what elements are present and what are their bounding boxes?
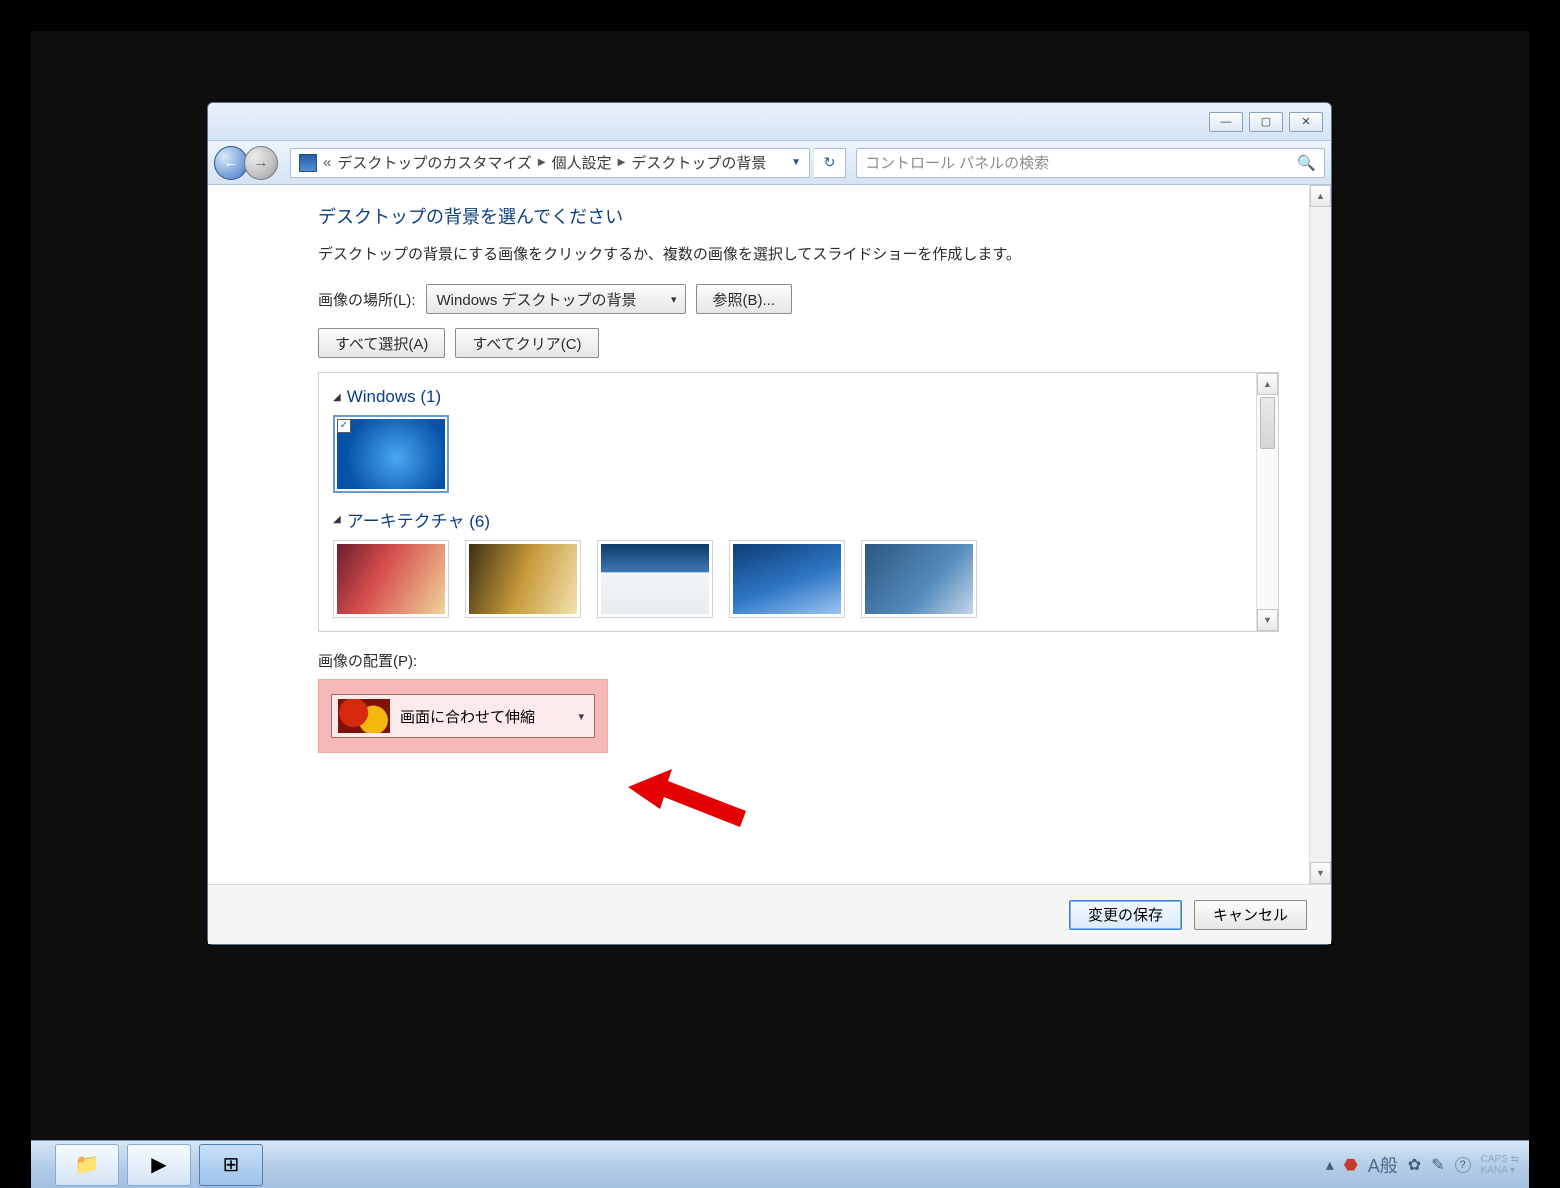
breadcrumb-seg-1[interactable]: デスクトップのカスタマイズ: [337, 152, 532, 173]
scroll-thumb[interactable]: [1260, 397, 1275, 449]
location-row: 画像の場所(L): Windows デスクトップの背景 参照(B)...: [318, 284, 1279, 314]
gallery-scrollbar[interactable]: ▲ ▼: [1256, 373, 1278, 631]
breadcrumb[interactable]: « デスクトップのカスタマイズ ▶ 個人設定 ▶ デスクトップの背景 ▼: [290, 148, 810, 178]
nav-buttons: ← →: [214, 146, 286, 180]
breadcrumb-seg-2[interactable]: 個人設定: [552, 152, 612, 173]
position-label: 画像の配置(P):: [318, 650, 1279, 671]
wallpaper-thumb[interactable]: [333, 540, 449, 618]
wallpaper-gallery-inner: ◢ Windows (1) ✓ ◢ アー: [319, 373, 1256, 631]
group-architecture-thumbs: [333, 540, 1242, 618]
scroll-down-icon[interactable]: ▼: [1257, 609, 1278, 631]
chevron-right-icon: ▶: [618, 157, 626, 168]
wallpaper-thumb[interactable]: [729, 540, 845, 618]
page-description: デスクトップの背景にする画像をクリックするか、複数の画像を選択してスライドショー…: [318, 243, 1279, 264]
collapse-icon: ◢: [333, 514, 341, 525]
position-highlight: 画面に合わせて伸縮: [318, 679, 608, 753]
content-area: デスクトップの背景を選んでください デスクトップの背景にする画像をクリックするか…: [208, 185, 1331, 884]
save-changes-button[interactable]: 変更の保存: [1069, 900, 1182, 930]
back-button[interactable]: ←: [214, 146, 248, 180]
group-header-architecture[interactable]: ◢ アーキテクチャ (6): [333, 507, 1242, 532]
wallpaper-thumb[interactable]: [861, 540, 977, 618]
browse-button[interactable]: 参照(B)...: [696, 284, 793, 314]
wallpaper-gallery: ◢ Windows (1) ✓ ◢ アー: [318, 372, 1279, 632]
system-tray: ▴ ⬣ A般 ✿ ✎ ? CAPS ⇆KANA ▾: [1326, 1152, 1519, 1178]
refresh-button[interactable]: ↻: [814, 148, 846, 178]
main-pane: デスクトップの背景を選んでください デスクトップの背景にする画像をクリックするか…: [208, 185, 1309, 884]
position-value: 画面に合わせて伸縮: [400, 706, 535, 727]
page-heading: デスクトップの背景を選んでください: [318, 203, 1279, 229]
close-button[interactable]: ✕: [1289, 112, 1323, 132]
collapse-icon: ◢: [333, 392, 341, 403]
control-panel-window: — ▢ ✕ ← → « デスクトップのカスタマイズ ▶ 個人設定 ▶ デスクトッ…: [207, 102, 1332, 945]
tray-security-icon[interactable]: ⬣: [1344, 1155, 1358, 1175]
wallpaper-thumb[interactable]: [597, 540, 713, 618]
desktop-area: — ▢ ✕ ← → « デスクトップのカスタマイズ ▶ 個人設定 ▶ デスクトッ…: [31, 31, 1529, 1188]
caps-kana-indicator: CAPS ⇆KANA ▾: [1481, 1154, 1519, 1176]
clear-all-button[interactable]: すべてクリア(C): [455, 328, 598, 358]
scroll-up-icon[interactable]: ▲: [1257, 373, 1278, 395]
annotation-arrow-icon: [628, 757, 748, 837]
scroll-up-icon[interactable]: ▲: [1310, 185, 1331, 207]
breadcrumb-dropdown-icon[interactable]: ▼: [791, 157, 801, 168]
cancel-button[interactable]: キャンセル: [1194, 900, 1307, 930]
select-row: すべて選択(A) すべてクリア(C): [318, 328, 1279, 358]
position-combo[interactable]: 画面に合わせて伸縮: [331, 694, 595, 738]
forward-button[interactable]: →: [244, 146, 278, 180]
checkbox-checked-icon[interactable]: ✓: [337, 419, 351, 433]
window-footer: 変更の保存 キャンセル: [208, 884, 1331, 944]
minimize-button[interactable]: —: [1209, 112, 1243, 132]
taskbar-mediaplayer-button[interactable]: ▶: [127, 1144, 191, 1186]
ime-tool-icon[interactable]: ✿: [1408, 1155, 1421, 1175]
group-title: アーキテクチャ (6): [347, 507, 490, 532]
wallpaper-thumb[interactable]: [465, 540, 581, 618]
search-input[interactable]: コントロール パネルの検索 🔍: [856, 148, 1325, 178]
scroll-down-icon[interactable]: ▼: [1310, 862, 1331, 884]
tray-chevron-up-icon[interactable]: ▴: [1326, 1155, 1334, 1175]
ime-pad-icon[interactable]: ✎: [1431, 1155, 1444, 1175]
wallpaper-thumb[interactable]: ✓: [333, 415, 449, 493]
window-scrollbar[interactable]: ▲ ▼: [1309, 185, 1331, 884]
location-combo[interactable]: Windows デスクトップの背景: [426, 284, 686, 314]
letterbox: — ▢ ✕ ← → « デスクトップのカスタマイズ ▶ 個人設定 ▶ デスクトッ…: [0, 0, 1560, 1188]
position-preview-icon: [338, 699, 390, 733]
navigation-bar: ← → « デスクトップのカスタマイズ ▶ 個人設定 ▶ デスクトップの背景 ▼…: [208, 141, 1331, 185]
select-all-button[interactable]: すべて選択(A): [318, 328, 445, 358]
search-icon: 🔍: [1297, 154, 1316, 172]
taskbar: 📁 ▶ ⊞ ▴ ⬣ A般 ✿ ✎ ? CAPS ⇆KANA ▾: [31, 1140, 1529, 1188]
taskbar-explorer-button[interactable]: 📁: [55, 1144, 119, 1186]
maximize-button[interactable]: ▢: [1249, 112, 1283, 132]
location-label: 画像の場所(L):: [318, 289, 416, 310]
taskbar-controlpanel-button[interactable]: ⊞: [199, 1144, 263, 1186]
group-title: Windows (1): [347, 387, 441, 407]
group-header-windows[interactable]: ◢ Windows (1): [333, 387, 1242, 407]
search-placeholder: コントロール パネルの検索: [865, 152, 1049, 173]
control-panel-icon: [299, 154, 317, 172]
chevron-right-icon: ▶: [538, 157, 546, 168]
location-value: Windows デスクトップの背景: [437, 289, 637, 310]
group-windows-thumbs: ✓: [333, 415, 1242, 493]
breadcrumb-prefix: «: [323, 154, 331, 171]
breadcrumb-seg-3: デスクトップの背景: [631, 152, 766, 173]
ime-mode-indicator[interactable]: A般: [1368, 1152, 1398, 1178]
window-titlebar: — ▢ ✕: [208, 103, 1331, 141]
ime-help-icon[interactable]: ?: [1455, 1157, 1471, 1173]
